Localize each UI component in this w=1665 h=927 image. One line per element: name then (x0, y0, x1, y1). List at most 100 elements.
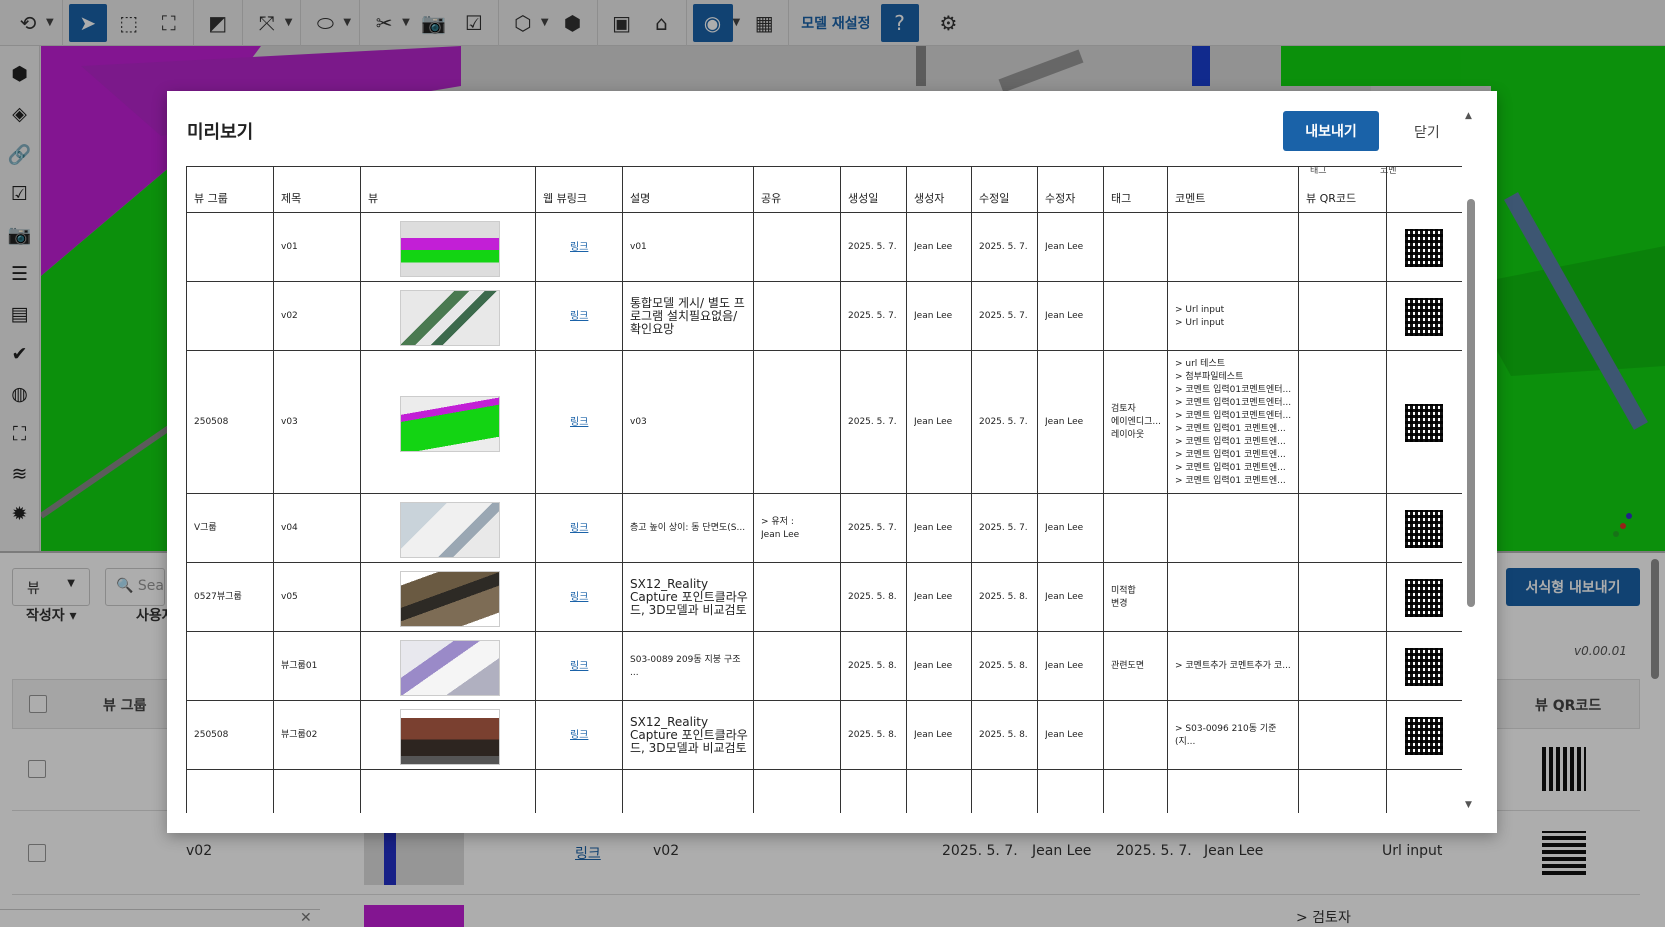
cell-group: 250508 (194, 730, 229, 740)
view-thumbnail[interactable] (400, 289, 500, 346)
header-weblink: 웹 뷰링크 (543, 192, 587, 205)
view-thumbnail[interactable] (400, 639, 500, 696)
cell-modified: 2025. 5. 7. (979, 523, 1028, 533)
cell-modifier: Jean Lee (1045, 592, 1084, 602)
cell-created: 2025. 5. 7. (848, 242, 897, 252)
cell-title: v03 (281, 417, 298, 427)
cell-title: v02 (281, 311, 298, 321)
qr-code-image (1405, 228, 1443, 267)
export-button[interactable]: 내보내기 (1283, 111, 1379, 151)
view-thumbnail[interactable] (400, 570, 500, 627)
table-row[interactable]: v01 링크 v01 2025. 5. 7. Jean Lee 2025. 5. 7. Je… (186, 213, 1462, 282)
cell-group: V그룹 (194, 523, 217, 533)
header-group: 뷰 그룹 (194, 192, 228, 205)
cell-modified: 2025. 5. 7. (979, 242, 1028, 252)
cell-title: 뷰그룹01 (281, 661, 318, 671)
table-row[interactable]: 250508 v03 링크 v03 2025. 5. 7. Jean Lee 2025. 5… (186, 351, 1462, 494)
cell-modifier: Jean Lee (1045, 661, 1084, 671)
cell-desc: 층고 높이 상이: 동 단면도(S... (630, 523, 746, 533)
view-thumbnail[interactable] (400, 395, 500, 452)
cell-modified: 2025. 5. 7. (979, 311, 1028, 321)
preview-table-container: 태그 코멘 뷰 그룹 제목 뷰 웹 뷰링크 설명 공유 생성일 생성자 수정일 수정자 태그 코멘트 뷰… (186, 166, 1462, 813)
cell-title: 뷰그룹02 (281, 730, 318, 740)
cell-share: > 유저 : Jean Lee (761, 516, 800, 540)
table-row[interactable]: 250508 뷰그룹02 링크 SX12_Reality Capture 포인트클라우… (186, 701, 1462, 770)
cell-modified: 2025. 5. 7. (979, 417, 1028, 427)
table-row[interactable]: 0527뷰그룹 v05 링크 SX12_Reality Capture 포인트클라우드… (186, 563, 1462, 632)
header-qr: 뷰 QR코드 (1306, 192, 1357, 205)
table-row[interactable]: v02 링크 통합모델 게시/ 별도 프로그램 설치필요없음/ 확인요망 2025. … (186, 282, 1462, 351)
table-row[interactable]: V그룹 v04 링크 층고 높이 상이: 동 단면도(S... > 유저 : Jean … (186, 494, 1462, 563)
cell-modifier: Jean Lee (1045, 523, 1084, 533)
modal-title: 미리보기 (187, 122, 254, 143)
header-creator: 생성자 (914, 192, 945, 205)
header-modified: 수정일 (979, 192, 1010, 205)
header-tags: 태그 (1111, 192, 1132, 205)
scroll-down-arrow-icon[interactable]: ▼ (1465, 800, 1472, 810)
cell-desc: v01 (630, 242, 647, 252)
cell-title: v05 (281, 592, 298, 602)
cell-group: 250508 (194, 417, 229, 427)
cell-title: v01 (281, 242, 298, 252)
header-share: 공유 (761, 192, 782, 205)
qr-code-image (1405, 647, 1443, 686)
qr-code-image (1405, 716, 1443, 755)
cell-group: 0527뷰그룹 (194, 592, 242, 602)
header-created: 생성일 (848, 192, 879, 205)
cell-comments: > S03-0096 210동 기준(지... (1175, 723, 1277, 747)
view-thumbnail[interactable] (400, 501, 500, 558)
cell-comments: > url 테스트 > 첨부파일테스트 > 코멘트 입력01코멘트엔터... >… (1175, 358, 1292, 486)
cell-creator: Jean Lee (914, 417, 953, 427)
cell-comments: > 코멘트추가 코멘트추가 코... (1175, 661, 1291, 671)
header-title: 제목 (281, 192, 302, 205)
cell-modified: 2025. 5. 8. (979, 730, 1028, 740)
cell-creator: Jean Lee (914, 311, 953, 321)
qr-code-image (1405, 403, 1443, 442)
cell-desc: SX12_Reality Capture 포인트클라우드, 3D모델과 비교검토 (630, 578, 748, 617)
cell-modifier: Jean Lee (1045, 311, 1084, 321)
cell-created: 2025. 5. 7. (848, 417, 897, 427)
cell-created: 2025. 5. 8. (848, 730, 897, 740)
cut-comment-header: 코멘 (1380, 166, 1397, 176)
cell-creator: Jean Lee (914, 730, 953, 740)
cell-desc: S03-0089 209동 지붕 구조 ... (630, 654, 741, 678)
preview-modal: 미리보기 내보내기 닫기 ▲ ▼ 태그 코멘 뷰 그룹 제목 뷰 웹 뷰링크 설명 공유 생… (167, 91, 1497, 833)
view-thumbnail[interactable] (400, 220, 500, 277)
cell-desc: 통합모델 게시/ 별도 프로그램 설치필요없음/ 확인요망 (630, 297, 745, 336)
cell-creator: Jean Lee (914, 661, 953, 671)
preview-table-header: 태그 코멘 뷰 그룹 제목 뷰 웹 뷰링크 설명 공유 생성일 생성자 수정일 수정자 태그 코멘트 뷰… (186, 166, 1462, 213)
cell-modified: 2025. 5. 8. (979, 661, 1028, 671)
cell-created: 2025. 5. 7. (848, 523, 897, 533)
table-row[interactable]: 뷰그룹01 링크 S03-0089 209동 지붕 구조 ... 2025. 5. 8… (186, 632, 1462, 701)
cell-modifier: Jean Lee (1045, 242, 1084, 252)
cell-tags: 관련도면 (1111, 661, 1145, 671)
cell-desc: SX12_Reality Capture 포인트클라우드, 3D모델과 비교검토 (630, 716, 748, 755)
scroll-up-arrow-icon[interactable]: ▲ (1465, 111, 1472, 121)
cell-desc: v03 (630, 417, 647, 427)
cell-created: 2025. 5. 7. (848, 311, 897, 321)
cut-tag-header: 태그 (1310, 166, 1327, 176)
close-button[interactable]: 닫기 (1414, 122, 1440, 142)
cell-created: 2025. 5. 8. (848, 592, 897, 602)
cell-tags: 검토자 에이엔디그... 레이아웃 (1111, 404, 1161, 440)
header-comments: 코멘트 (1175, 192, 1206, 205)
cell-modified: 2025. 5. 8. (979, 592, 1028, 602)
modal-scrollbar-thumb[interactable] (1467, 199, 1475, 607)
cell-modifier: Jean Lee (1045, 730, 1084, 740)
qr-code-image (1405, 509, 1443, 548)
cell-comments: > Url input > Url input (1175, 304, 1225, 328)
app-root: ⟲ ▼ ➤ ⬚ ⛶ ◩ ⤧ ▼ ⬭ ▼ ✂ ▼ 📷 ☑ ⬡ ▼ ⬢ ▣ ⌂ ◉ … (0, 0, 1665, 927)
cell-tags: 미적합 변경 (1111, 585, 1136, 609)
qr-code-image (1405, 297, 1443, 336)
header-desc: 설명 (630, 192, 651, 205)
cell-created: 2025. 5. 8. (848, 661, 897, 671)
view-thumbnail[interactable] (400, 708, 500, 765)
qr-code-image (1405, 578, 1443, 617)
header-view: 뷰 (368, 192, 379, 205)
cell-creator: Jean Lee (914, 523, 953, 533)
cell-modifier: Jean Lee (1045, 417, 1084, 427)
cell-creator: Jean Lee (914, 592, 953, 602)
header-modifier: 수정자 (1045, 192, 1076, 205)
cell-creator: Jean Lee (914, 242, 953, 252)
cell-title: v04 (281, 523, 298, 533)
